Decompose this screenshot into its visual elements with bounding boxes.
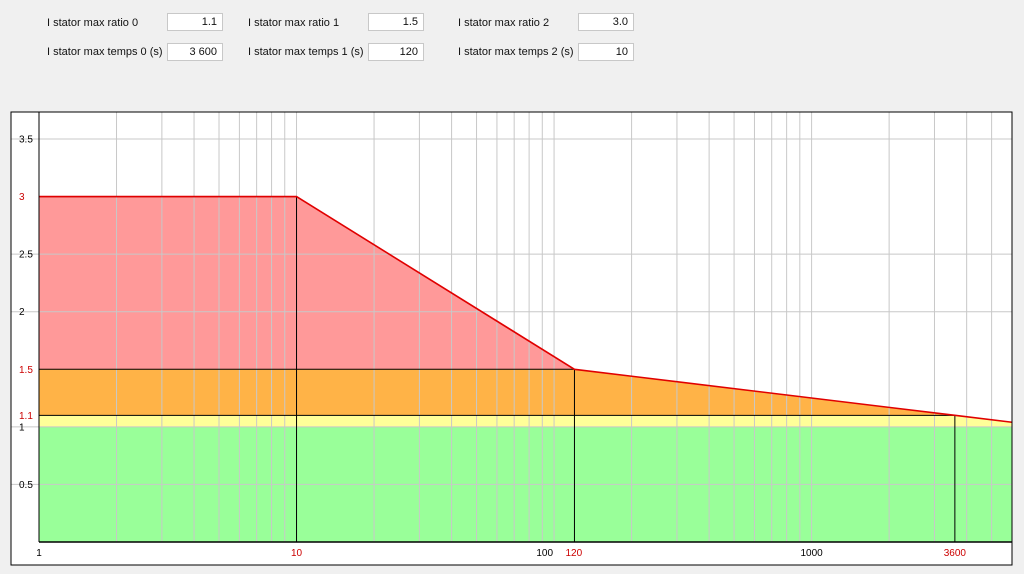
y-tick-label: 1.5: [19, 365, 33, 376]
band-caution: [39, 415, 1012, 427]
y-tick-label: 1: [19, 422, 25, 433]
x-tick-label: 100: [536, 548, 553, 559]
stator-current-chart: 0.511.11.522.533.51 10 100 120 1000 3600: [10, 111, 1013, 566]
y-tick-label: 3.5: [19, 135, 33, 146]
y-tick-label: 0.5: [19, 480, 33, 491]
x-tick-label: 3600: [944, 548, 967, 559]
y-tick-label: 2: [19, 307, 25, 318]
x-tick-label: 1000: [800, 548, 823, 559]
y-tick-label: 1.1: [19, 411, 33, 422]
y-tick-label: 2.5: [19, 250, 33, 261]
x-tick-label: 1: [36, 548, 42, 559]
x-tick-label: 120: [565, 548, 582, 559]
x-tick-label: 10: [291, 548, 303, 559]
y-tick-label: 3: [19, 192, 25, 203]
